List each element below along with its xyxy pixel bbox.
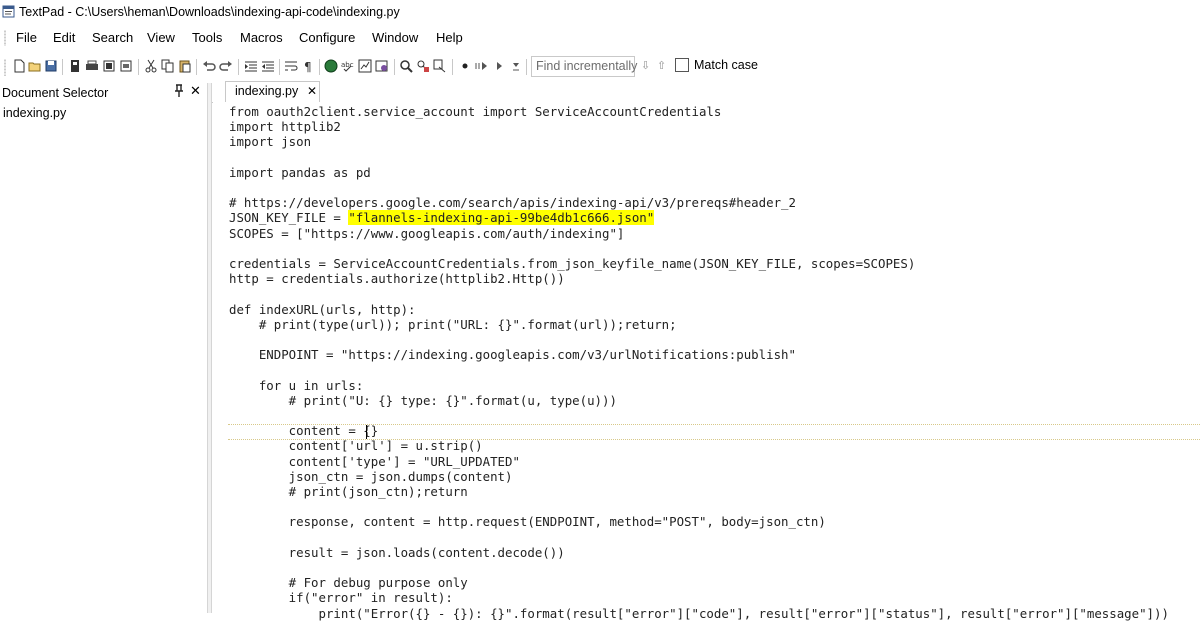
code-line[interactable]: http = credentials.authorize(httplib2.Ht… bbox=[229, 271, 565, 286]
paste-icon[interactable] bbox=[177, 58, 193, 74]
code-line[interactable]: json_ctn = json.dumps(content) bbox=[229, 469, 513, 484]
document-properties-icon[interactable] bbox=[374, 58, 390, 74]
code-line[interactable]: SCOPES = ["https://www.googleapis.com/au… bbox=[229, 226, 624, 241]
svg-text:abc: abc bbox=[341, 61, 354, 69]
print-icon[interactable] bbox=[84, 58, 100, 74]
code-line[interactable]: print("Error({} - {}): {}".format(result… bbox=[229, 606, 1169, 621]
code-line[interactable]: import json bbox=[229, 134, 311, 149]
code-line[interactable]: from oauth2client.service_account import… bbox=[229, 104, 721, 119]
code-line[interactable]: content = {} bbox=[229, 423, 379, 438]
spell-check-icon[interactable]: abc bbox=[340, 58, 356, 74]
menu-view[interactable]: View bbox=[147, 30, 175, 45]
toolbar-separator bbox=[394, 59, 395, 75]
open-folder-icon[interactable] bbox=[27, 58, 43, 74]
textpad-app-icon[interactable] bbox=[2, 5, 16, 19]
toolbar-separator bbox=[62, 59, 63, 75]
toolbar-separator bbox=[279, 59, 280, 75]
cut-icon[interactable] bbox=[143, 58, 159, 74]
close-tab-icon[interactable]: ✕ bbox=[307, 84, 317, 98]
document-list bbox=[0, 103, 207, 613]
code-line[interactable]: # https://developers.google.com/search/a… bbox=[229, 195, 796, 210]
globe-icon[interactable] bbox=[323, 58, 339, 74]
find-icon[interactable] bbox=[398, 58, 414, 74]
toolbar-separator bbox=[138, 59, 139, 75]
redo-icon[interactable] bbox=[218, 58, 234, 74]
toolbar-grip[interactable] bbox=[4, 59, 6, 76]
match-case-checkbox[interactable] bbox=[675, 58, 689, 72]
save-icon[interactable] bbox=[43, 58, 59, 74]
toolbar-overflow-icon[interactable] bbox=[508, 58, 524, 74]
code-text: JSON_KEY_FILE = bbox=[229, 210, 349, 226]
menu-window[interactable]: Window bbox=[372, 30, 418, 45]
menu-search[interactable]: Search bbox=[92, 30, 133, 45]
print-preview-icon[interactable] bbox=[101, 58, 117, 74]
menu-edit[interactable]: Edit bbox=[53, 30, 75, 45]
find-previous-icon[interactable]: ⇩ bbox=[641, 59, 650, 72]
toolbar-separator bbox=[238, 59, 239, 75]
menu-macros[interactable]: Macros bbox=[240, 30, 283, 45]
run-icon[interactable] bbox=[491, 58, 507, 74]
page-setup-icon[interactable] bbox=[118, 58, 134, 74]
find-next-icon[interactable]: ⇧ bbox=[657, 59, 666, 72]
indent-icon[interactable] bbox=[243, 58, 259, 74]
match-case-label[interactable]: Match case bbox=[694, 58, 758, 72]
find-incrementally-placeholder: Find incrementally bbox=[536, 59, 638, 73]
record-macro-icon[interactable] bbox=[457, 58, 473, 74]
copy-icon[interactable] bbox=[160, 58, 176, 74]
menu-configure[interactable]: Configure bbox=[299, 30, 355, 45]
menu-help[interactable]: Help bbox=[436, 30, 463, 45]
highlighted-string: "flannels-indexing-api-99be4db1c666.json… bbox=[348, 210, 655, 226]
code-line[interactable]: response, content = http.request(ENDPOIN… bbox=[229, 514, 826, 529]
undo-icon[interactable] bbox=[201, 58, 217, 74]
outdent-icon[interactable] bbox=[260, 58, 276, 74]
svg-text:¶: ¶ bbox=[304, 60, 312, 73]
panel-splitter[interactable] bbox=[207, 83, 212, 613]
code-line[interactable]: # For debug purpose only bbox=[229, 575, 468, 590]
text-caret bbox=[366, 425, 367, 439]
code-line[interactable]: import httplib2 bbox=[229, 119, 341, 134]
code-line[interactable]: import pandas as pd bbox=[229, 165, 371, 180]
code-line[interactable]: ENDPOINT = "https://indexing.googleapis.… bbox=[229, 347, 796, 362]
menu-file[interactable]: File bbox=[16, 30, 37, 45]
toolbar-separator bbox=[196, 59, 197, 75]
tab-label[interactable]: indexing.py bbox=[235, 84, 298, 98]
pilcrow-icon[interactable]: ¶ bbox=[300, 58, 316, 74]
toolbar-separator bbox=[526, 59, 527, 75]
new-file-icon[interactable] bbox=[11, 58, 27, 74]
code-line[interactable]: # print("U: {} type: {}".format(u, type(… bbox=[229, 393, 617, 408]
code-line[interactable]: content['url'] = u.strip() bbox=[229, 438, 483, 453]
document-list-item[interactable]: indexing.py bbox=[3, 106, 66, 120]
menu-bar: File Edit Search View Tools Macros Confi… bbox=[0, 26, 1200, 50]
code-line[interactable]: def indexURL(urls, http): bbox=[229, 302, 416, 317]
code-line[interactable]: # print(type(url)); print("URL: {}".form… bbox=[229, 317, 677, 332]
code-line[interactable]: content['type'] = "URL_UPDATED" bbox=[229, 454, 520, 469]
toolbar-separator bbox=[452, 59, 453, 75]
code-line[interactable]: JSON_KEY_FILE = "flannels-indexing-api-9… bbox=[229, 210, 655, 226]
title-bar: TextPad - C:\Users\heman\Downloads\index… bbox=[0, 0, 1200, 26]
document-selector-title: Document Selector bbox=[2, 86, 109, 100]
statistics-icon[interactable] bbox=[357, 58, 373, 74]
find-in-files-icon[interactable] bbox=[415, 58, 431, 74]
toolbar-separator bbox=[319, 59, 320, 75]
code-line[interactable]: for u in urls: bbox=[229, 378, 363, 393]
close-panel-icon[interactable]: ✕ bbox=[190, 83, 201, 99]
code-line[interactable]: credentials = ServiceAccountCredentials.… bbox=[229, 256, 915, 271]
play-macro-icon[interactable] bbox=[473, 58, 489, 74]
replace-icon[interactable] bbox=[432, 58, 448, 74]
menu-tools[interactable]: Tools bbox=[192, 30, 222, 45]
word-wrap-icon[interactable] bbox=[283, 58, 299, 74]
pin-icon[interactable] bbox=[173, 84, 185, 101]
menubar-grip[interactable] bbox=[4, 30, 6, 46]
window-title: TextPad - C:\Users\heman\Downloads\index… bbox=[19, 5, 400, 19]
code-line[interactable]: result = json.loads(content.decode()) bbox=[229, 545, 565, 560]
code-line[interactable]: # print(json_ctn);return bbox=[229, 484, 468, 499]
save-all-icon[interactable] bbox=[67, 58, 83, 74]
tab-strip bbox=[212, 81, 1200, 103]
code-line[interactable]: if("error" in result): bbox=[229, 590, 453, 605]
